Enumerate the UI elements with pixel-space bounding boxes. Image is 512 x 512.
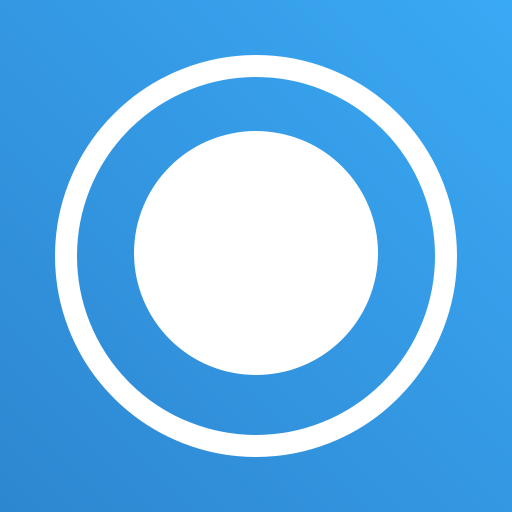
radio-button-icon [0, 0, 512, 512]
app-icon [0, 0, 512, 512]
inner-dot [134, 131, 378, 375]
